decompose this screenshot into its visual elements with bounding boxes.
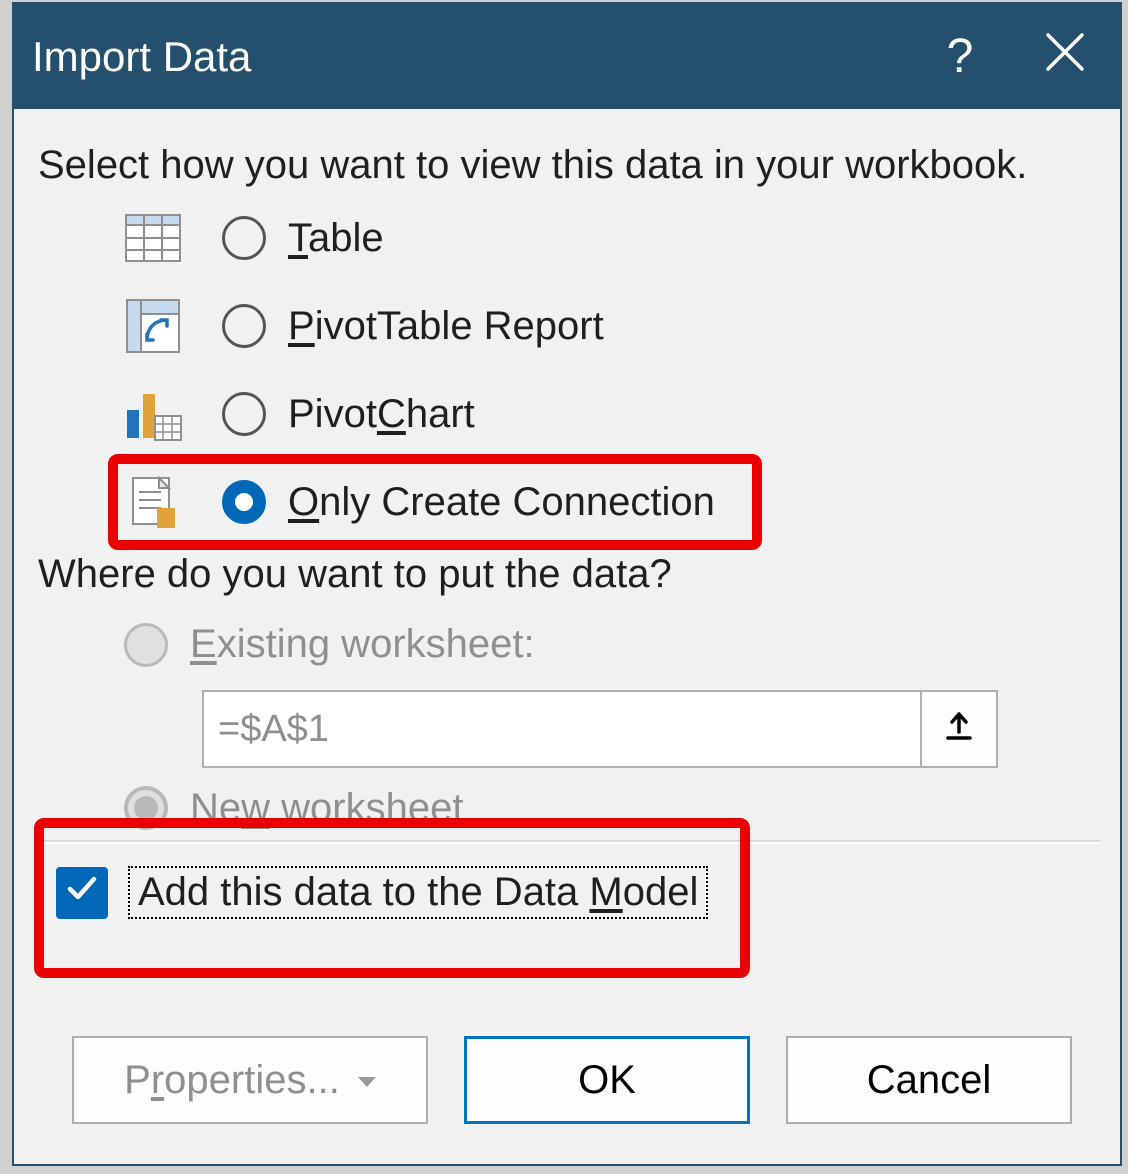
label-data-model[interactable]: Add this data to the Data Model [128,866,708,919]
cancel-button[interactable]: Cancel [786,1036,1072,1124]
view-section-label: Select how you want to view this data in… [38,143,1096,188]
close-icon [1044,31,1086,83]
help-button[interactable]: ? [910,7,1010,107]
label-only-connection[interactable]: Only Create Connection [288,480,715,525]
table-icon [114,214,192,262]
option-row-new-worksheet: New worksheet [38,786,1096,834]
radio-new-worksheet [124,786,168,830]
option-row-table: Table [38,194,1096,282]
label-pivotchart[interactable]: PivotChart [288,392,475,437]
title-bar: Import Data ? [14,4,1120,109]
label-pivottable[interactable]: PivotTable Report [288,304,604,349]
connection-icon [114,474,192,530]
radio-pivottable[interactable] [222,304,266,348]
radio-only-connection[interactable] [222,480,266,524]
label-new-worksheet: New worksheet [190,786,463,831]
radio-table[interactable] [222,216,266,260]
put-section-label: Where do you want to put the data? [38,552,1096,597]
close-button[interactable] [1010,7,1120,107]
option-row-only-connection: Only Create Connection [38,458,1096,546]
radio-existing-worksheet [124,623,168,667]
pivotchart-icon [114,386,192,442]
radio-pivotchart[interactable] [222,392,266,436]
check-icon [64,870,100,916]
cell-reference-row: =$A$1 [202,690,1096,768]
collapse-dialog-icon [942,707,976,752]
option-row-pivottable: PivotTable Report [38,282,1096,370]
ok-button[interactable]: OK [464,1036,750,1124]
data-model-row: Add this data to the Data Model [56,866,708,919]
label-existing-worksheet: Existing worksheet: [190,622,535,667]
checkbox-data-model[interactable] [56,867,108,919]
import-data-dialog: Import Data ? Select how you want to vie… [12,2,1122,1166]
properties-button: Properties... [72,1036,428,1124]
dialog-title: Import Data [32,33,910,81]
cell-reference-input: =$A$1 [202,690,920,768]
collapse-dialog-button [920,690,998,768]
option-row-pivotchart: PivotChart [38,370,1096,458]
dialog-footer: Properties... OK Cancel [14,1036,1120,1164]
chevron-down-icon [358,1077,376,1087]
pivottable-icon [114,298,192,354]
option-row-existing-worksheet: Existing worksheet: [38,607,1096,682]
label-table[interactable]: Table [288,216,384,261]
